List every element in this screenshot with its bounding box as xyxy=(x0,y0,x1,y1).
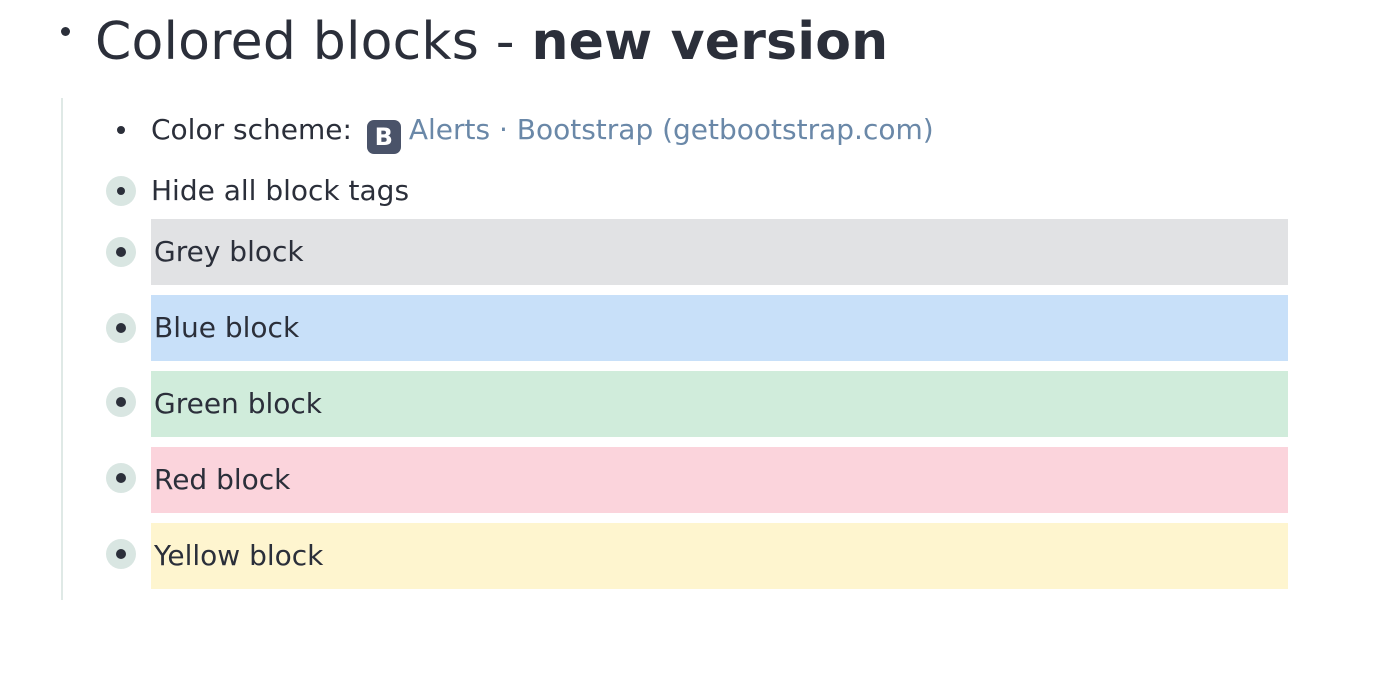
blue-block[interactable]: Blue block xyxy=(151,295,1288,361)
color-scheme-label: Color scheme: xyxy=(151,113,352,146)
page-title[interactable]: Colored blocks - new version xyxy=(95,10,888,74)
green-block[interactable]: Green block xyxy=(151,371,1288,437)
block-bullet[interactable] xyxy=(106,115,136,145)
block-bullet[interactable] xyxy=(106,387,136,417)
title-bold: new version xyxy=(531,12,889,72)
bootstrap-icon: B xyxy=(366,120,401,154)
child-block-red: Red block xyxy=(0,447,1384,513)
child-block-color-scheme: Color scheme: B Alerts · Bootstrap (getbo… xyxy=(0,112,1384,154)
yellow-block[interactable]: Yellow block xyxy=(151,523,1288,589)
child-block-green: Green block xyxy=(0,371,1384,437)
child-block-yellow: Yellow block xyxy=(0,523,1384,589)
block-bullet[interactable] xyxy=(61,27,70,36)
child-block-hide-tags: Hide all block tags xyxy=(0,173,1384,209)
bootstrap-alerts-link[interactable]: Alerts · Bootstrap (getbootstrap.com) xyxy=(409,113,934,146)
block-bullet[interactable] xyxy=(106,313,136,343)
title-regular: Colored blocks - xyxy=(95,12,532,72)
grey-block[interactable]: Grey block xyxy=(151,219,1288,285)
red-block[interactable]: Red block xyxy=(151,447,1288,513)
block-bullet[interactable] xyxy=(106,463,136,493)
page: Colored blocks - new version Color schem… xyxy=(0,0,1384,676)
block-bullet[interactable] xyxy=(106,176,136,206)
child-block-grey: Grey block xyxy=(0,219,1384,285)
block-bullet[interactable] xyxy=(106,237,136,267)
child-block-blue: Blue block xyxy=(0,295,1384,361)
block-bullet[interactable] xyxy=(106,539,136,569)
block-content[interactable]: Color scheme: B Alerts · Bootstrap (getbo… xyxy=(151,112,934,154)
hide-tags-label[interactable]: Hide all block tags xyxy=(151,173,409,209)
